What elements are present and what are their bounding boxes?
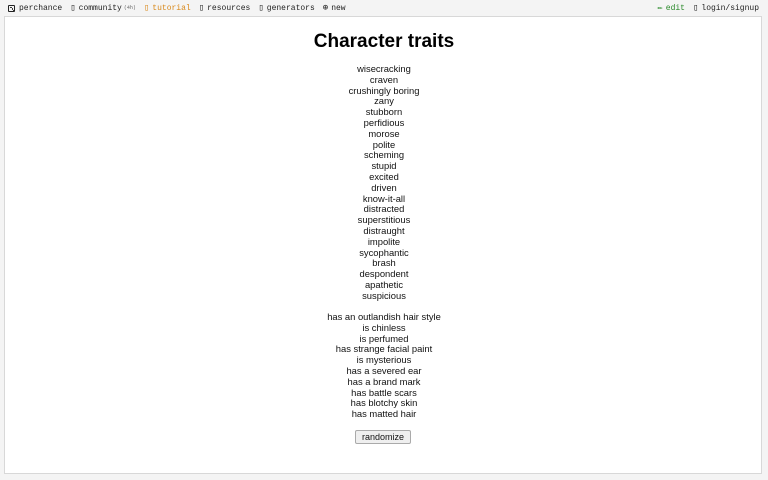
trait-item: morose xyxy=(368,127,400,139)
trait-item: driven xyxy=(371,181,397,193)
trait-item: impolite xyxy=(367,235,401,247)
community-label: community xyxy=(78,3,122,13)
grid-icon: ▯ xyxy=(258,3,264,13)
user-icon: ▯ xyxy=(692,3,699,13)
nav-right: ✏ edit ▯ login/signup xyxy=(657,4,768,13)
trait-item: suspicious xyxy=(362,289,406,301)
community-count: (4h) xyxy=(123,5,136,11)
nav-left: perchance ▯ community (4h) ▯ tutorial ▯ … xyxy=(0,4,354,13)
login-signup-link[interactable]: ▯ login/signup xyxy=(693,4,759,13)
feature-list: has an outlandish hair style is chinless i… xyxy=(0,311,768,420)
generators-label: generators xyxy=(266,3,315,13)
new-generator-link[interactable]: ⊕ new xyxy=(323,4,346,13)
resources-label: resources xyxy=(207,3,251,13)
resources-link[interactable]: ▯ resources xyxy=(199,4,251,13)
pencil-icon: ✏ xyxy=(657,3,663,13)
generators-link[interactable]: ▯ generators xyxy=(258,4,314,13)
tutorial-label: tutorial xyxy=(152,3,191,13)
trait-list: wisecracking craven crushingly boring zany s… xyxy=(0,63,768,302)
feature-item: is chinless xyxy=(362,321,406,333)
community-link[interactable]: ▯ community (4h) xyxy=(70,4,136,13)
page-title: Character traits xyxy=(313,31,455,52)
book-icon: ▯ xyxy=(143,3,150,13)
login-label: login/signup xyxy=(701,3,759,13)
dice-icon xyxy=(8,4,15,12)
new-label: new xyxy=(331,3,346,13)
feature-item: has a brand mark xyxy=(347,375,421,387)
folder-icon: ▯ xyxy=(198,3,205,13)
brand-label: perchance xyxy=(19,3,63,13)
feature-item: has matted hair xyxy=(351,408,417,420)
top-nav-bar: perchance ▯ community (4h) ▯ tutorial ▯ … xyxy=(0,0,768,16)
trait-item: craven xyxy=(369,73,399,85)
edit-label: edit xyxy=(665,3,685,13)
chat-icon: ▯ xyxy=(70,3,76,13)
plus-circle-icon: ⊕ xyxy=(322,3,329,13)
tutorial-link[interactable]: ▯ tutorial xyxy=(144,4,191,13)
perchance-home-link[interactable]: perchance xyxy=(8,4,62,13)
edit-link[interactable]: ✏ edit xyxy=(657,4,685,13)
randomize-button[interactable]: randomize xyxy=(355,430,411,444)
